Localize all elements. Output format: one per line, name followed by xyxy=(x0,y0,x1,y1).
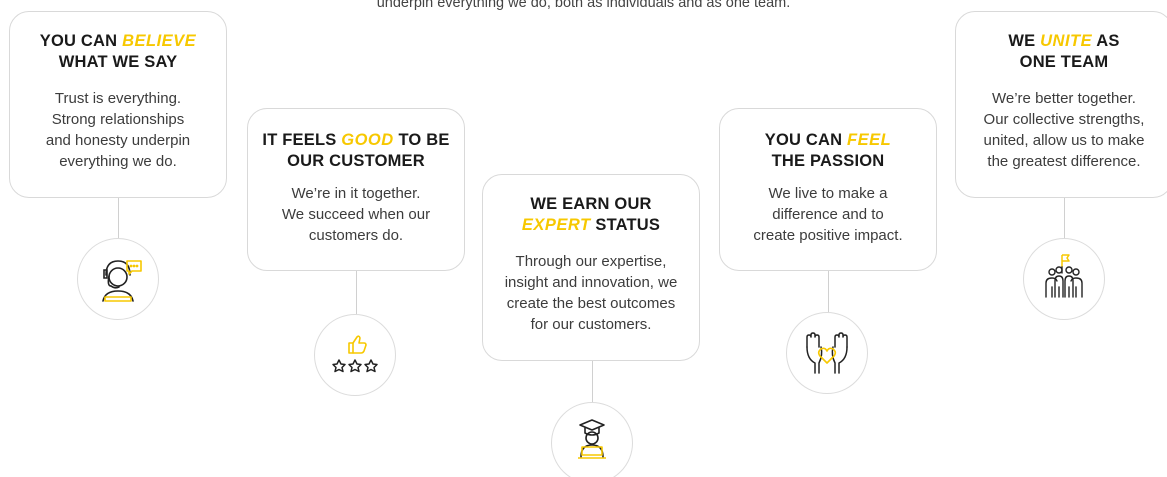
thumbs-up-rating-icon xyxy=(314,314,396,396)
card-title: WE UNITE AS ONE TEAM xyxy=(1008,32,1120,71)
card-body: Trust is everything. Strong relationship… xyxy=(45,90,191,170)
connector-line xyxy=(592,361,593,402)
customer-support-headset-icon xyxy=(77,238,159,320)
connector-line xyxy=(828,271,829,312)
value-card-good: IT FEELS GOOD TO BE OUR CUSTOMER We’re i… xyxy=(247,108,465,271)
values-section: underpin everything we do, both as indiv… xyxy=(0,0,1167,477)
connector-line xyxy=(356,271,357,314)
title-accent: EXPERT xyxy=(521,216,591,234)
value-card-unite: WE UNITE AS ONE TEAM We’re better togeth… xyxy=(955,11,1167,198)
value-card-believe: YOU CAN BELIEVE WHAT WE SAY Trust is eve… xyxy=(9,11,227,198)
card-title: IT FEELS GOOD TO BE OUR CUSTOMER xyxy=(262,131,450,170)
title-accent: BELIEVE xyxy=(122,32,197,50)
card-body: Through our expertise, insight and innov… xyxy=(504,253,678,333)
card-body: We’re in it together. We succeed when ou… xyxy=(281,185,431,244)
graduate-laptop-icon xyxy=(551,402,633,477)
title-accent: UNITE xyxy=(1040,32,1093,50)
hands-heart-icon xyxy=(786,312,868,394)
card-title: YOU CAN BELIEVE WHAT WE SAY xyxy=(39,32,197,71)
connector-line xyxy=(118,198,119,238)
team-flag-icon xyxy=(1023,238,1105,320)
connector-line xyxy=(1064,198,1065,238)
title-accent: FEEL xyxy=(847,131,892,149)
value-card-expert: WE EARN OUR EXPERT STATUS Through our ex… xyxy=(482,174,700,361)
value-card-feel: YOU CAN FEEL THE PASSION We live to make… xyxy=(719,108,937,271)
card-title: YOU CAN FEEL THE PASSION xyxy=(764,131,892,170)
card-body: We live to make a difference and to crea… xyxy=(753,185,903,244)
card-body: We’re better together. Our collective st… xyxy=(983,90,1145,170)
title-accent: GOOD xyxy=(341,131,394,149)
card-title: WE EARN OUR EXPERT STATUS xyxy=(521,195,661,234)
